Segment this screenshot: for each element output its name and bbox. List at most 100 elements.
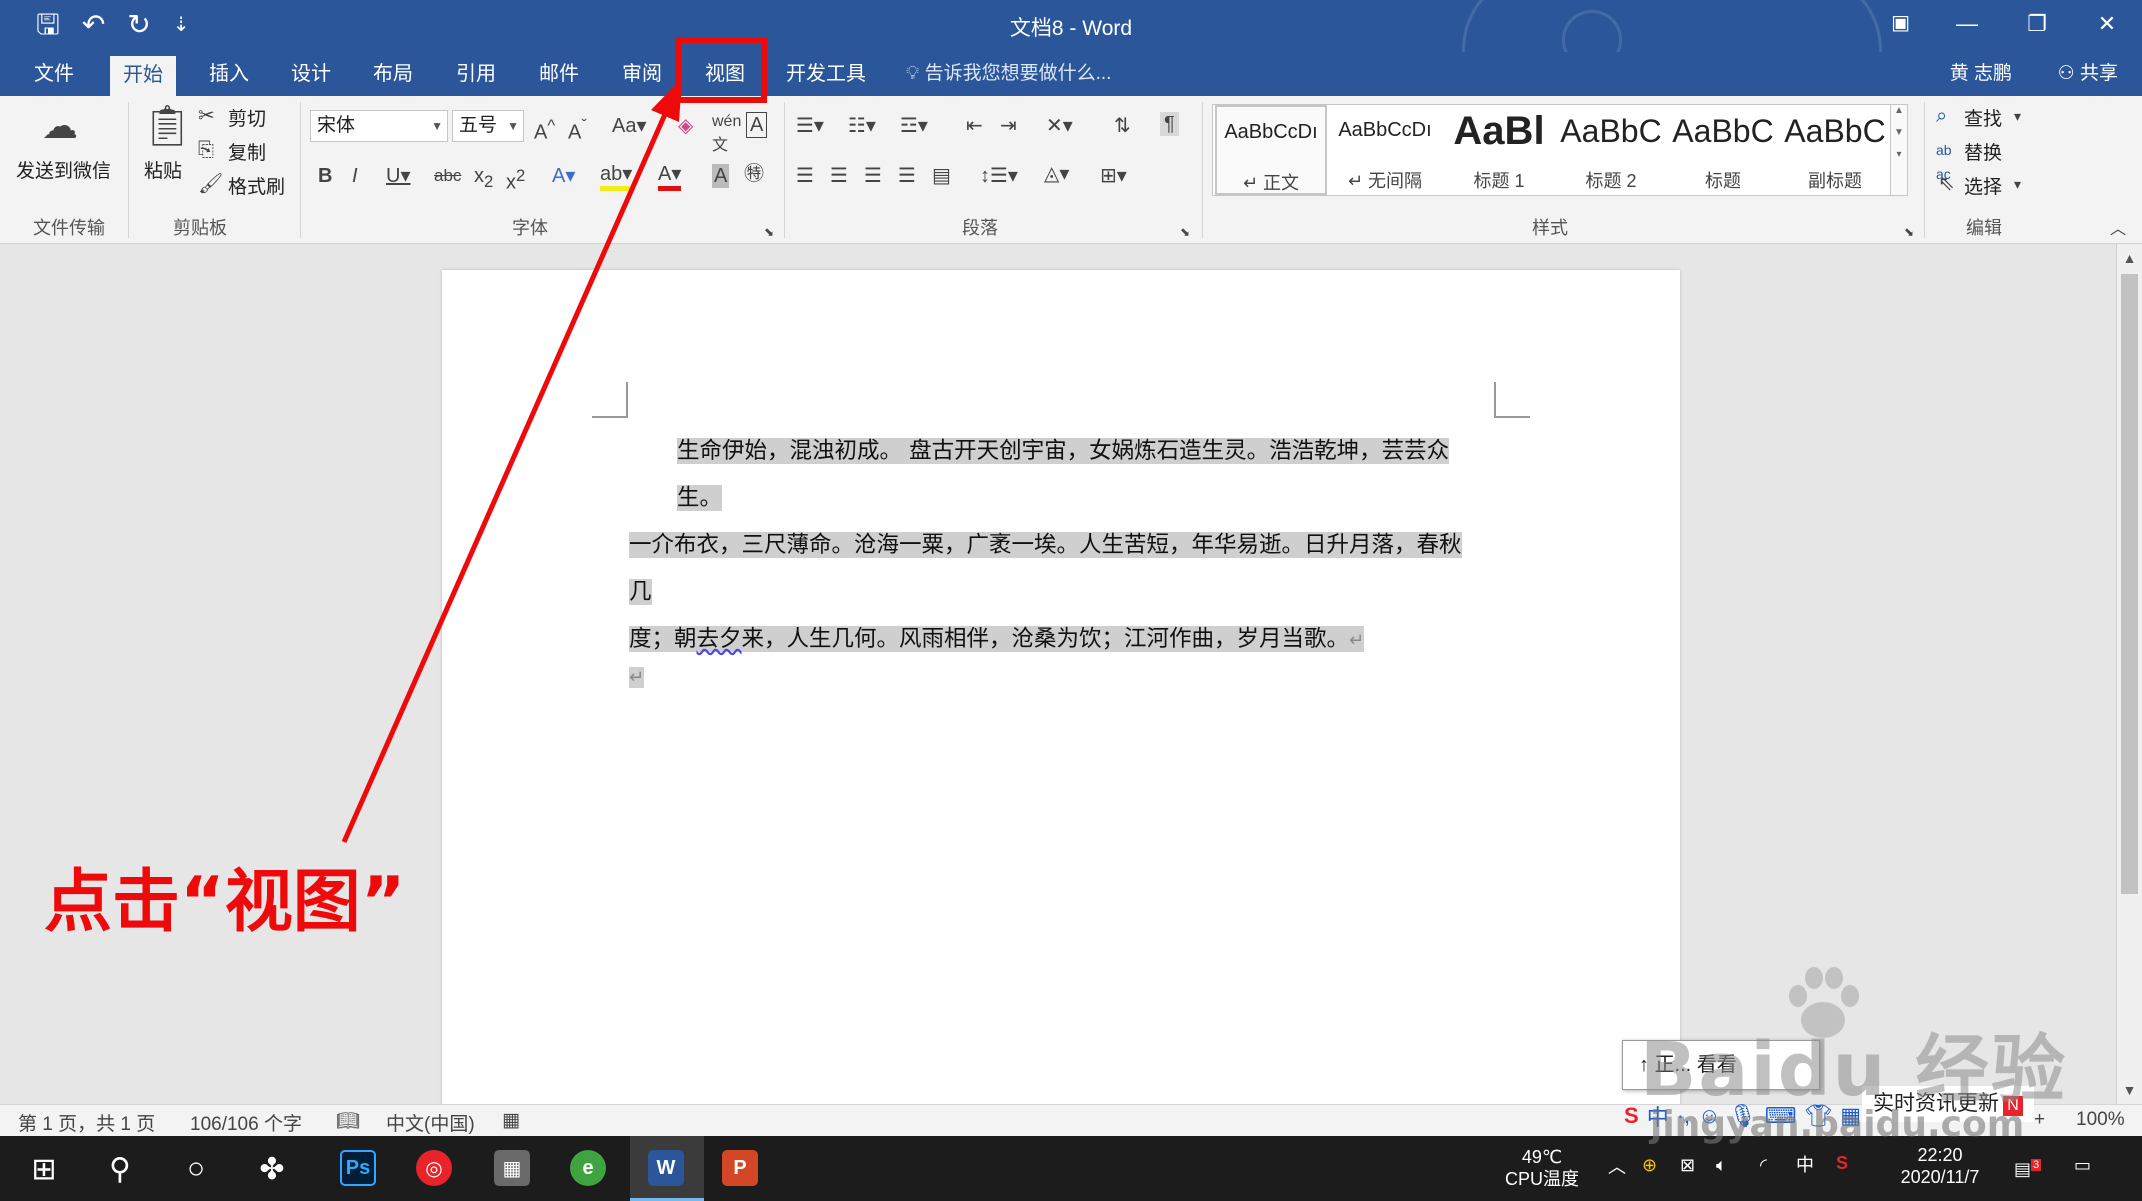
tab-developer[interactable]: 开发工具: [778, 52, 874, 96]
styles-scroll[interactable]: ▲ ▼ ▾: [1890, 104, 1908, 196]
select-cursor-icon[interactable]: ⇖: [1938, 172, 1955, 196]
scroll-thumb[interactable]: [2121, 274, 2138, 894]
proofing-icon[interactable]: 📖︎: [336, 1109, 360, 1133]
task-view-icon[interactable]: ○: [172, 1146, 220, 1192]
text-effects-icon[interactable]: A▾: [552, 164, 575, 188]
word-count[interactable]: 106/106 个字: [190, 1109, 302, 1136]
subscript-icon[interactable]: x2: [474, 164, 493, 194]
align-center-icon[interactable]: ☰: [830, 164, 848, 188]
style-subtitle[interactable]: AaBbC 副标题: [1779, 105, 1891, 195]
tray-app-icon[interactable]: ⊕: [1642, 1154, 1657, 1176]
dialog-launcher-icon[interactable]: ⬊: [1904, 220, 1914, 244]
shading-icon[interactable]: ◬▾: [1044, 162, 1069, 186]
macro-icon[interactable]: ▦: [502, 1109, 520, 1132]
document-body[interactable]: 生命伊始，混浊初成。 盘古开天创宇宙，女娲炼石造生灵。浩浩乾坤，芸芸众生。 一介…: [629, 428, 1479, 690]
strikethrough-icon[interactable]: abc: [434, 164, 461, 188]
font-size-select[interactable]: 五号 ▼: [452, 110, 524, 142]
shrink-font-icon[interactable]: Aˇ: [568, 114, 587, 145]
justify-icon[interactable]: ☰: [898, 164, 916, 188]
numbering-icon[interactable]: ☷▾: [848, 114, 876, 138]
user-name[interactable]: 黄 志鹏: [1950, 52, 2012, 96]
style-heading-2[interactable]: AaBbC 标题 2: [1555, 105, 1667, 195]
highlight-icon[interactable]: ab▾: [600, 162, 633, 191]
notification-icon[interactable]: ▤ 3: [2014, 1154, 2042, 1180]
calculator-icon[interactable]: ▦: [494, 1150, 530, 1186]
tab-layout[interactable]: 布局: [360, 52, 426, 96]
format-painter-button[interactable]: 格式刷: [228, 172, 285, 199]
sort-icon[interactable]: ⇅: [1114, 114, 1131, 138]
ime-indicator[interactable]: 中: [1796, 1154, 1814, 1176]
wechat-icon[interactable]: ☁: [42, 106, 78, 146]
font-color-icon[interactable]: A▾: [658, 162, 682, 191]
collapse-ribbon-icon[interactable]: ︿: [2110, 218, 2126, 242]
style-title[interactable]: AaBbC 标题: [1667, 105, 1779, 195]
restore-icon[interactable]: ❐: [2002, 0, 2072, 48]
netease-music-icon[interactable]: ◎: [416, 1150, 452, 1186]
network-icon[interactable]: ⊠: [1680, 1154, 1695, 1176]
superscript-icon[interactable]: x2: [506, 164, 525, 195]
grow-font-icon[interactable]: A^: [534, 114, 555, 145]
copy-icon[interactable]: ⎘: [198, 138, 214, 162]
close-icon[interactable]: ✕: [2072, 0, 2142, 48]
tab-review[interactable]: 审阅: [609, 52, 675, 96]
select-button[interactable]: 选择: [1964, 172, 2002, 199]
show-hidden-icons-icon[interactable]: ︿: [1608, 1156, 1626, 1178]
underline-icon[interactable]: U▾: [386, 164, 410, 188]
vertical-scrollbar[interactable]: ▲ ▼: [2116, 244, 2142, 1104]
tell-me-search[interactable]: 💡︎ 告诉我您想要做什么...: [906, 52, 1111, 96]
chevron-down-icon[interactable]: ▾: [2014, 172, 2021, 196]
change-case-icon[interactable]: Aa▾: [612, 114, 647, 138]
enclose-char-icon[interactable]: ㊕: [744, 162, 764, 186]
clear-format-icon[interactable]: ◈: [678, 114, 693, 138]
show-marks-icon[interactable]: ¶: [1160, 112, 1179, 136]
paste-icon[interactable]: 📋︎: [142, 104, 193, 148]
zoom-level[interactable]: 100%: [2076, 1109, 2125, 1131]
font-name-select[interactable]: 宋体 ▼: [310, 110, 448, 142]
share-button[interactable]: ⚇ 共享: [2058, 52, 2118, 96]
powerpoint-icon[interactable]: P: [722, 1150, 758, 1186]
char-shading-icon[interactable]: A: [712, 164, 730, 188]
format-painter-icon[interactable]: 🖌︎: [198, 172, 223, 196]
search-icon[interactable]: ⌕: [1936, 104, 1947, 128]
style-heading-1[interactable]: AaBl 标题 1: [1443, 105, 1555, 195]
style-no-spacing[interactable]: AaBbCcDı ↵ 无间隔: [1329, 105, 1441, 195]
minimize-icon[interactable]: —: [1932, 0, 2002, 48]
page-count[interactable]: 第 1 页，共 1 页: [18, 1109, 155, 1136]
volume-icon[interactable]: 🔈︎: [1716, 1154, 1727, 1176]
tab-insert[interactable]: 插入: [196, 52, 262, 96]
word-icon[interactable]: W: [648, 1150, 684, 1186]
tab-references[interactable]: 引用: [443, 52, 509, 96]
app-pinwheel-icon[interactable]: ✤: [248, 1146, 296, 1192]
dialog-launcher-icon[interactable]: ⬊: [764, 220, 774, 244]
dialog-launcher-icon[interactable]: ⬊: [1180, 220, 1190, 244]
action-center-icon[interactable]: ▭: [2074, 1154, 2091, 1176]
phonetic-guide-icon[interactable]: wén 文: [712, 110, 741, 158]
send-to-wechat-button[interactable]: 发送到微信: [16, 156, 111, 183]
windows-start-icon[interactable]: ⊞: [20, 1146, 68, 1192]
align-left-icon[interactable]: ☰: [796, 164, 814, 188]
scroll-up-icon[interactable]: ▲: [2117, 246, 2142, 270]
language-status[interactable]: 中文(中国): [386, 1109, 475, 1136]
find-button[interactable]: 查找: [1964, 104, 2002, 131]
photoshop-icon[interactable]: Ps: [340, 1150, 376, 1186]
ribbon-display-options-icon[interactable]: ▣: [1891, 10, 1910, 35]
bullets-icon[interactable]: ☰▾: [796, 114, 824, 138]
cpu-temp-widget[interactable]: 49℃ CPU温度: [1492, 1146, 1592, 1190]
cut-button[interactable]: 剪切: [228, 104, 266, 131]
scroll-down-icon[interactable]: ▼: [2117, 1078, 2142, 1102]
tab-design[interactable]: 设计: [278, 52, 344, 96]
sogou-ime-icon[interactable]: S: [1836, 1152, 1848, 1174]
decrease-indent-icon[interactable]: ⇤: [966, 114, 983, 138]
multilevel-list-icon[interactable]: ☲▾: [900, 114, 928, 138]
tab-file[interactable]: 文件: [24, 52, 84, 96]
copy-button[interactable]: 复制: [228, 138, 266, 165]
paste-button[interactable]: 粘贴: [144, 156, 182, 183]
browser-icon[interactable]: e: [570, 1150, 606, 1186]
bold-icon[interactable]: B: [318, 164, 332, 188]
chevron-down-icon[interactable]: ▾: [2014, 104, 2021, 128]
document-page[interactable]: [442, 270, 1680, 1110]
italic-icon[interactable]: I: [352, 164, 358, 188]
cut-icon[interactable]: ✂: [198, 104, 215, 128]
borders-icon[interactable]: ⊞▾: [1100, 164, 1127, 188]
clock[interactable]: 22:20 2020/11/7: [1880, 1144, 2000, 1188]
